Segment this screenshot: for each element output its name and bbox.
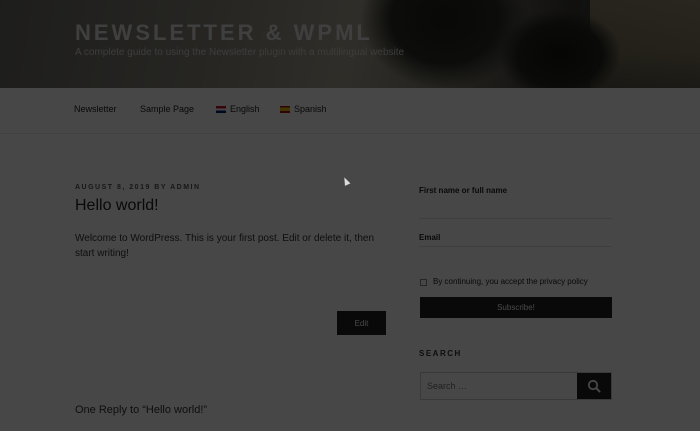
email-field-label: Email [419, 233, 441, 242]
nav-item-spanish[interactable]: Spanish [280, 104, 327, 114]
privacy-policy-label[interactable]: By continuing, you accept the privacy po… [433, 277, 588, 286]
spain-flag-icon [280, 105, 290, 113]
edit-button[interactable]: Edit [337, 311, 386, 335]
nav-item-label: Spanish [294, 104, 327, 114]
nav-item-english[interactable]: English [216, 104, 260, 114]
search-icon [587, 379, 601, 393]
search-button[interactable] [577, 373, 611, 399]
name-field[interactable] [419, 218, 612, 219]
privacy-checkbox[interactable] [420, 279, 427, 286]
main-content: AUGUST 8, 2019 BY ADMIN Hello world! Wel… [0, 134, 700, 431]
search-widget-title: SEARCH [419, 349, 462, 358]
nav-item-label: Sample Page [140, 104, 195, 114]
uk-flag-icon [216, 105, 226, 113]
site-header: NEWSLETTER & WPML A complete guide to us… [0, 0, 700, 88]
name-field-label: First name or full name [419, 186, 508, 195]
search-input[interactable] [427, 378, 577, 394]
main-navigation: Newsletter Sample Page English Spanish [0, 88, 700, 134]
header-image-plant-shadow [500, 10, 620, 88]
site-title[interactable]: NEWSLETTER & WPML [75, 20, 373, 46]
comments-title: One Reply to “Hello world!” [75, 404, 208, 416]
post-body: Welcome to WordPress. This is your first… [75, 233, 375, 259]
subscribe-button[interactable]: Subscribe! [420, 297, 612, 318]
post-meta[interactable]: AUGUST 8, 2019 BY ADMIN [75, 184, 201, 191]
nav-item-label: English [230, 104, 260, 114]
post-title[interactable]: Hello world! [75, 197, 159, 215]
email-field[interactable] [419, 246, 612, 247]
nav-item-label: Newsletter [74, 104, 117, 114]
search-form [420, 372, 612, 400]
nav-item-newsletter[interactable]: Newsletter [74, 104, 117, 114]
site-description: A complete guide to using the Newsletter… [75, 47, 405, 58]
nav-item-sample-page[interactable]: Sample Page [140, 104, 194, 114]
